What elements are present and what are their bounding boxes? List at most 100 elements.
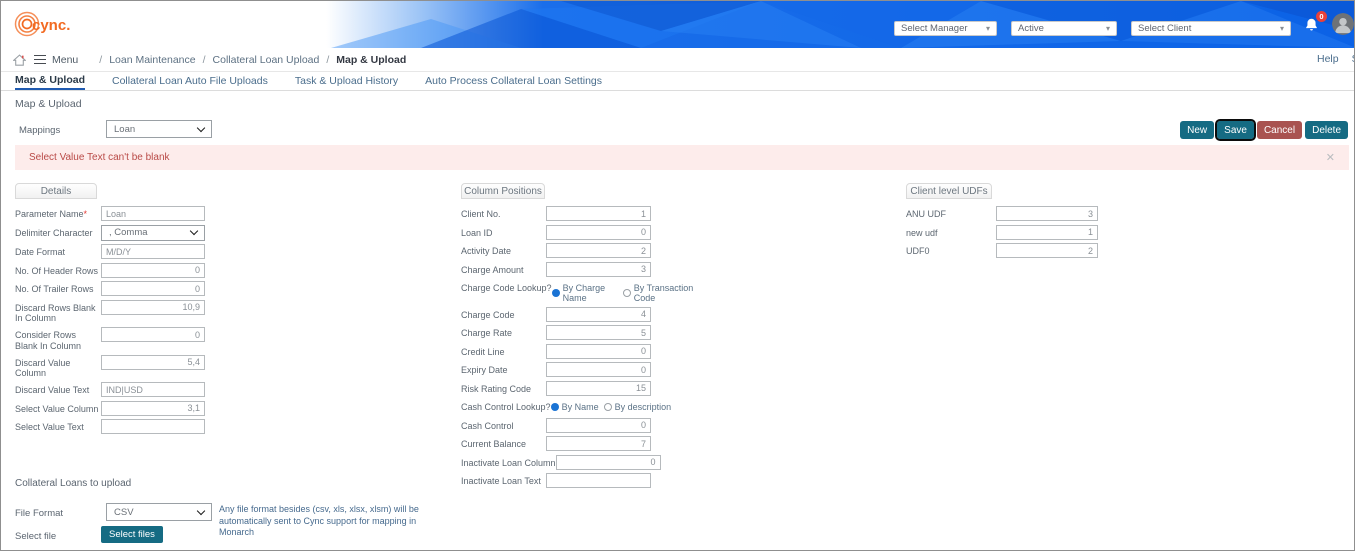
expiry-date-label: Expiry Date bbox=[461, 365, 508, 375]
charge-code-input[interactable] bbox=[546, 306, 651, 322]
by-description-radio[interactable]: By description bbox=[603, 402, 671, 412]
alert-message: Select Value Text can't be blank bbox=[29, 152, 170, 163]
anu-udf-input[interactable] bbox=[996, 206, 1098, 221]
save-button[interactable]: Save bbox=[1215, 119, 1256, 141]
loan-id-input[interactable] bbox=[546, 224, 651, 240]
header-rows-input[interactable] bbox=[101, 262, 205, 278]
select-value-text-label: Select Value Text bbox=[15, 422, 84, 432]
mappings-select[interactable]: Loan bbox=[106, 120, 212, 138]
inactivate-loan-text-input[interactable] bbox=[546, 473, 651, 488]
parameter-name-label: Parameter Name* bbox=[15, 209, 88, 219]
discard-rows-blank-input[interactable] bbox=[101, 299, 205, 315]
mappings-select-value: Loan bbox=[114, 123, 136, 135]
select-value-column-input[interactable] bbox=[101, 400, 205, 416]
delimiter-character-select[interactable]: , Comma bbox=[101, 224, 205, 241]
discard-value-text-label: Discard Value Text bbox=[15, 385, 90, 395]
breadcrumb-separator: / bbox=[99, 53, 103, 66]
consider-rows-blank-input[interactable] bbox=[101, 327, 205, 342]
form-row: Current Balance bbox=[461, 436, 701, 451]
parameter-name-input[interactable] bbox=[101, 206, 205, 221]
consider-rows-blank-label: Consider Rows Blank In Column bbox=[15, 330, 82, 351]
inactivate-loan-column-input[interactable] bbox=[555, 454, 661, 470]
caret-down-icon: ▾ bbox=[1279, 23, 1284, 33]
breadcrumb-separator: / bbox=[202, 53, 206, 66]
form-row: No. Of Header Rows bbox=[15, 262, 217, 278]
menu-label[interactable]: Menu bbox=[52, 54, 78, 66]
manager-select-value: Select Manager bbox=[901, 23, 968, 34]
form-row: Expiry Date bbox=[461, 362, 701, 377]
form-row: Client No. bbox=[461, 206, 701, 221]
cash-control-input[interactable] bbox=[546, 417, 651, 433]
select-files-button[interactable]: Select files bbox=[101, 526, 163, 543]
by-charge-name-radio[interactable]: By Charge Name bbox=[551, 283, 618, 303]
form-row: Delimiter Character , Comma bbox=[15, 224, 217, 241]
tab-collateral-loan-auto-file-uploads[interactable]: Collateral Loan Auto File Uploads bbox=[112, 72, 268, 90]
client-no-input[interactable] bbox=[546, 206, 651, 221]
user-avatar[interactable] bbox=[1332, 13, 1354, 35]
chevron-down-icon bbox=[196, 123, 206, 132]
home-icon[interactable] bbox=[13, 53, 26, 66]
form-row: Inactivate Loan Column bbox=[461, 454, 701, 470]
select-value-text-input[interactable] bbox=[101, 419, 205, 434]
caret-down-icon: ▾ bbox=[985, 23, 990, 33]
support-link[interactable]: Support bbox=[1352, 53, 1354, 65]
tab-auto-process-collateral-loan-settings[interactable]: Auto Process Collateral Loan Settings bbox=[425, 72, 602, 90]
form-row: Charge Rate bbox=[461, 325, 701, 340]
client-select[interactable]: Select Client ▾ bbox=[1131, 21, 1291, 36]
menu-icon[interactable] bbox=[34, 54, 46, 65]
delete-button[interactable]: Delete bbox=[1305, 121, 1348, 139]
inactivate-loan-text-label: Inactivate Loan Text bbox=[461, 476, 541, 486]
status-select[interactable]: Active ▾ bbox=[1011, 21, 1117, 36]
activity-date-label: Activity Date bbox=[461, 246, 512, 256]
trailer-rows-input[interactable] bbox=[101, 281, 205, 296]
form-row: Discard Rows Blank In Column bbox=[15, 299, 217, 324]
notifications-bell-icon[interactable]: 0 bbox=[1304, 11, 1327, 34]
details-panel-title: Details bbox=[15, 183, 97, 199]
client-level-udfs-panel-title: Client level UDFs bbox=[906, 183, 992, 199]
close-icon[interactable]: ✕ bbox=[1326, 151, 1335, 164]
charge-amount-input[interactable] bbox=[546, 261, 651, 277]
by-transaction-code-radio[interactable]: By Transaction Code bbox=[622, 283, 701, 303]
date-format-input[interactable] bbox=[101, 244, 205, 259]
discard-value-column-input[interactable] bbox=[101, 354, 205, 370]
expiry-date-input[interactable] bbox=[546, 362, 651, 377]
cync-logo-text: cync. bbox=[32, 17, 70, 34]
page: cync. Select Manager ▾ Active ▾ Select C… bbox=[0, 0, 1355, 551]
new-udf-input[interactable] bbox=[996, 224, 1098, 240]
form-row: Cash Control bbox=[461, 417, 701, 433]
cancel-button[interactable]: Cancel bbox=[1256, 121, 1303, 139]
form-row: new udf bbox=[906, 224, 1106, 240]
collateral-loans-upload-title: Collateral Loans to upload bbox=[15, 478, 132, 489]
form-row: Date Format bbox=[15, 244, 217, 259]
top-links: Help Support bbox=[1317, 53, 1354, 65]
activity-date-input[interactable] bbox=[546, 243, 651, 258]
charge-rate-input[interactable] bbox=[546, 325, 651, 340]
action-buttons: New Save Cancel Delete bbox=[1180, 119, 1348, 141]
select-file-label: Select file bbox=[15, 531, 57, 542]
form-row: Credit Line bbox=[461, 343, 701, 359]
breadcrumb-collateral-loan-upload[interactable]: Collateral Loan Upload bbox=[213, 54, 320, 66]
form-row: Discard Value Column bbox=[15, 354, 217, 379]
column-positions-panel: Column Positions Client No. Loan ID Acti… bbox=[461, 183, 701, 492]
breadcrumb-loan-maintenance[interactable]: Loan Maintenance bbox=[109, 54, 195, 66]
help-link[interactable]: Help bbox=[1317, 53, 1339, 65]
file-format-select[interactable]: CSV bbox=[106, 503, 212, 521]
chevron-down-icon bbox=[196, 506, 206, 515]
form-row: Charge Code bbox=[461, 306, 701, 322]
by-name-radio[interactable]: By Name bbox=[550, 402, 599, 412]
status-select-value: Active bbox=[1018, 23, 1044, 34]
discard-value-text-input[interactable] bbox=[101, 382, 205, 397]
new-button[interactable]: New bbox=[1180, 121, 1215, 139]
manager-select[interactable]: Select Manager ▾ bbox=[894, 21, 997, 36]
client-no-label: Client No. bbox=[461, 209, 501, 219]
radio-selected-icon bbox=[551, 289, 560, 297]
tab-map-upload[interactable]: Map & Upload bbox=[15, 72, 85, 90]
form-row: Charge Amount bbox=[461, 261, 701, 277]
tab-task-upload-history[interactable]: Task & Upload History bbox=[295, 72, 398, 90]
radio-selected-icon bbox=[550, 403, 559, 411]
udf0-input[interactable] bbox=[996, 243, 1098, 258]
risk-rating-code-input[interactable] bbox=[546, 380, 651, 396]
form-row: Select Value Column bbox=[15, 400, 217, 416]
current-balance-input[interactable] bbox=[546, 436, 651, 451]
credit-line-input[interactable] bbox=[546, 343, 651, 359]
